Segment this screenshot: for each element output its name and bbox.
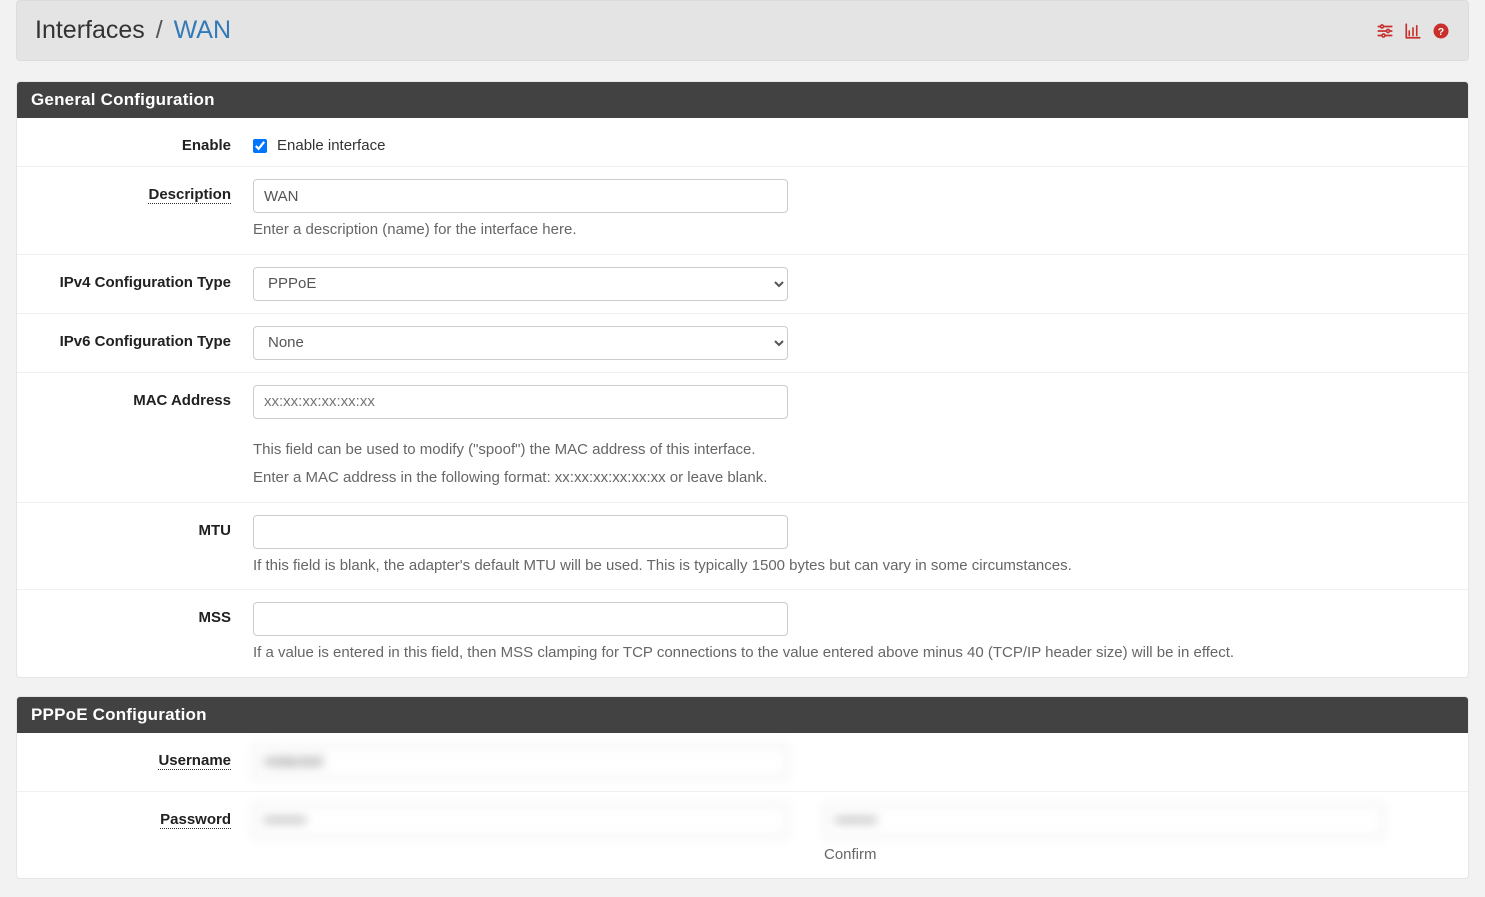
enable-checkbox[interactable]: [253, 139, 267, 153]
help-icon[interactable]: ?: [1432, 22, 1450, 40]
panel-heading-general: General Configuration: [17, 82, 1468, 118]
ipv6-label: IPv6 Configuration Type: [31, 326, 253, 350]
breadcrumb: Interfaces / WAN: [35, 16, 231, 45]
mac-label: MAC Address: [31, 385, 253, 409]
description-input[interactable]: [253, 179, 788, 213]
ipv6-config-select[interactable]: None: [253, 326, 788, 360]
enable-label: Enable: [31, 130, 253, 154]
username-label: Username: [158, 752, 231, 770]
breadcrumb-root: Interfaces: [35, 16, 145, 44]
enable-checkbox-label: Enable interface: [277, 137, 385, 154]
mac-address-input[interactable]: [253, 385, 788, 419]
panel-heading-pppoe: PPPoE Configuration: [17, 697, 1468, 733]
password-label: Password: [160, 811, 231, 829]
pppoe-username-input[interactable]: [253, 745, 788, 779]
header-action-icons: ?: [1376, 22, 1450, 40]
mss-label: MSS: [31, 602, 253, 626]
mss-help: If a value is entered in this field, the…: [253, 642, 1454, 665]
pppoe-configuration-panel: PPPoE Configuration Username Password Co…: [16, 696, 1469, 880]
pppoe-password-confirm-input[interactable]: [824, 804, 1384, 838]
pppoe-password-input[interactable]: [253, 804, 788, 838]
mac-help-2: Enter a MAC address in the following for…: [253, 467, 1454, 490]
ipv4-label: IPv4 Configuration Type: [31, 267, 253, 291]
description-help: Enter a description (name) for the inter…: [253, 219, 1454, 242]
breadcrumb-separator: /: [156, 16, 163, 44]
mtu-input[interactable]: [253, 515, 788, 549]
mss-input[interactable]: [253, 602, 788, 636]
breadcrumb-active: WAN: [174, 16, 231, 44]
mtu-help: If this field is blank, the adapter's de…: [253, 555, 1454, 578]
chart-icon[interactable]: [1404, 22, 1422, 40]
page-header: Interfaces / WAN ?: [16, 0, 1469, 61]
mac-help-1: This field can be used to modify ("spoof…: [253, 439, 1454, 462]
svg-text:?: ?: [1438, 25, 1444, 37]
password-confirm-label: Confirm: [824, 844, 1384, 867]
sliders-icon[interactable]: [1376, 22, 1394, 40]
mtu-label: MTU: [31, 515, 253, 539]
general-configuration-panel: General Configuration Enable Enable inte…: [16, 81, 1469, 678]
description-label: Description: [148, 186, 231, 204]
enable-checkbox-wrapper[interactable]: Enable interface: [253, 130, 1454, 154]
ipv4-config-select[interactable]: PPPoE: [253, 267, 788, 301]
